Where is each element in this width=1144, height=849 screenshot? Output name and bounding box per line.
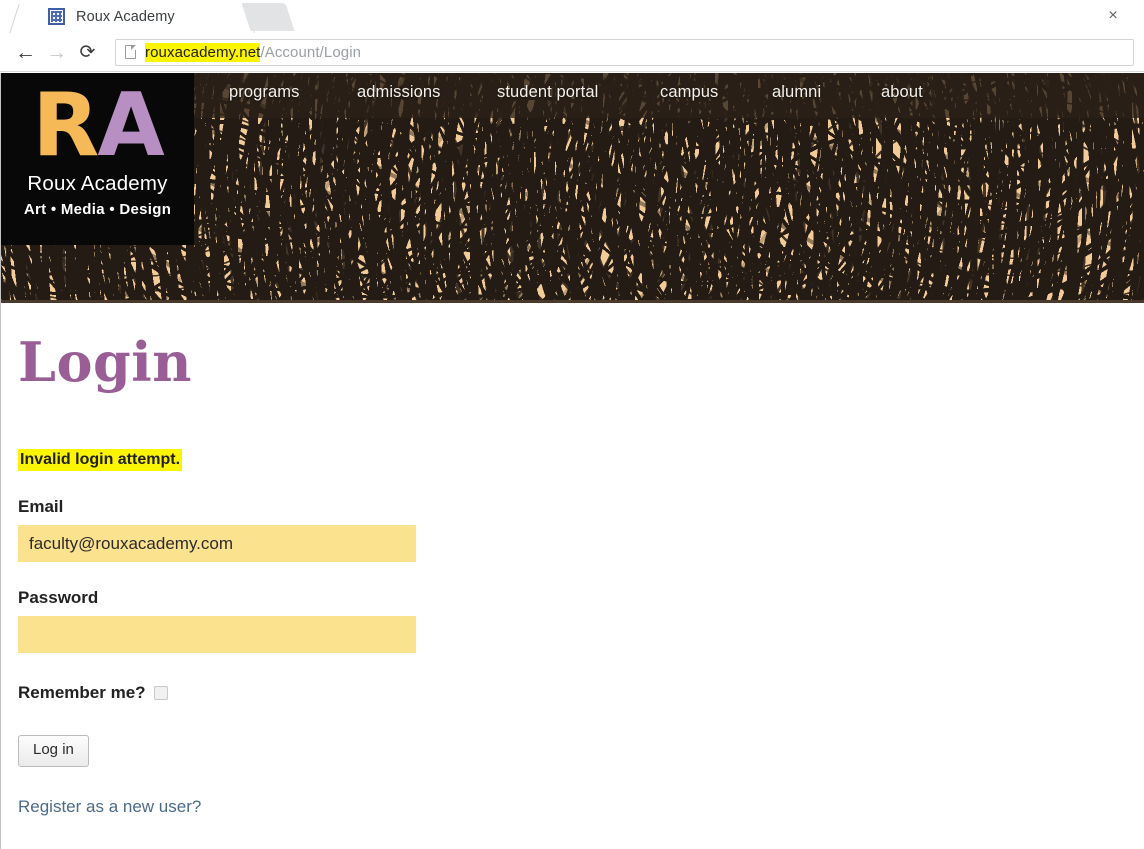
nav-item-programs[interactable]: programs	[229, 83, 300, 102]
site-logo[interactable]: RA Roux Academy Art • Media • Design	[1, 73, 194, 245]
page-document-icon	[125, 44, 137, 59]
password-input[interactable]	[18, 616, 416, 654]
logo-monogram: RA	[32, 81, 164, 170]
back-arrow-icon[interactable]: ←	[10, 37, 41, 68]
forward-arrow-icon[interactable]: →	[41, 37, 72, 68]
login-button[interactable]: Log in	[18, 735, 89, 767]
address-bar[interactable]: rouxacademy.net/Account/Login	[115, 38, 1134, 66]
register-link[interactable]: Register as a new user?	[18, 797, 201, 817]
validation-error-message: Invalid login attempt.	[18, 449, 183, 472]
url-host: rouxacademy.net	[145, 42, 261, 62]
logo-name: Roux Academy	[27, 171, 168, 195]
remember-me-checkbox[interactable]	[153, 686, 168, 701]
password-field-label: Password	[18, 588, 99, 608]
logo-tagline: Art • Media • Design	[23, 200, 172, 218]
remember-me-row: Remember me?	[18, 683, 1144, 703]
logo-letter-r: R	[32, 74, 99, 176]
new-tab-button[interactable]	[241, 3, 295, 31]
page-viewport: programs admissions student portal campu…	[0, 73, 1144, 849]
nav-item-alumni[interactable]: alumni	[772, 83, 821, 102]
site-banner: programs admissions student portal campu…	[1, 73, 1144, 303]
nav-item-student-portal[interactable]: student portal	[497, 83, 598, 102]
browser-toolbar: ← → ⟳ rouxacademy.net/Account/Login	[0, 33, 1144, 72]
grid-favicon-icon	[48, 8, 65, 25]
page-title: Login	[18, 330, 193, 394]
close-icon[interactable]: ×	[1104, 7, 1122, 25]
email-input[interactable]	[18, 525, 416, 563]
email-field-label: Email	[18, 497, 64, 517]
browser-tab-roux-academy[interactable]: Roux Academy	[24, 0, 238, 33]
page-content: Login Invalid login attempt. Email Passw…	[1, 330, 1144, 817]
browser-window: Roux Academy × ← → ⟳ rouxacademy.net/Acc…	[0, 0, 1144, 849]
url-text: rouxacademy.net/Account/Login	[145, 42, 362, 62]
url-path: /Account/Login	[260, 43, 362, 61]
tab-strip: Roux Academy ×	[0, 0, 1144, 33]
logo-letter-a: A	[97, 74, 164, 176]
reload-icon[interactable]: ⟳	[72, 37, 103, 68]
nav-item-campus[interactable]: campus	[660, 83, 718, 102]
nav-item-about[interactable]: about	[881, 83, 923, 102]
nav-item-admissions[interactable]: admissions	[357, 83, 441, 102]
tab-title: Roux Academy	[76, 8, 175, 25]
register-link-row: Register as a new user?	[18, 767, 1144, 817]
error-message-row: Invalid login attempt.	[18, 392, 1144, 472]
remember-me-label: Remember me?	[18, 683, 146, 703]
